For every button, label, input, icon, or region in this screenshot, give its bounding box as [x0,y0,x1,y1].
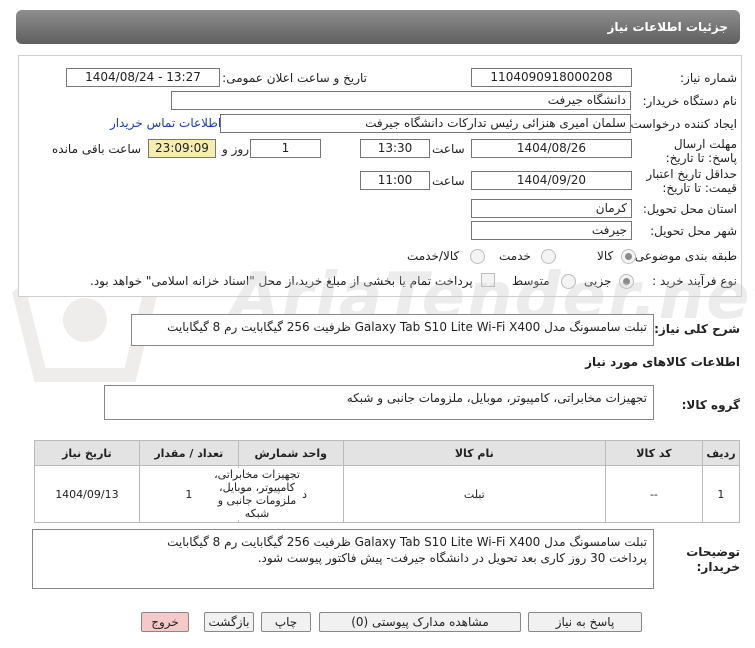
cell-row: 1 [701,465,741,523]
process-label: نوع فرآیند خرید : [652,274,737,288]
goods-group-label: گروه کالا: [681,398,740,412]
summary-field[interactable]: تبلت سامسونگ مدل Galaxy Tab S10 Lite Wi-… [131,314,654,346]
need-number-label: شماره نیاز: [680,71,737,85]
contact-buyer-link[interactable]: اطلاعات تماس خریدار [110,116,221,130]
buyer-notes-field[interactable]: تبلت سامسونگ مدل Galaxy Tab S10 Lite Wi-… [32,529,654,589]
page-title: جزئیات اطلاعات نیاز [607,20,728,34]
buyer-org-label: نام دستگاه خریدار: [642,94,738,108]
category-goods-service-label: کالا/خدمت [407,249,460,263]
validity-time-label: ساعت [432,174,465,188]
buyer-notes-line2: پرداخت 30 روز کاری بعد تحویل در دانشگاه … [257,551,647,565]
table-header-row: ردیف کد کالا نام کالا واحد شمارش تعداد /… [34,440,741,466]
col-row-header: ردیف [701,440,741,466]
category-goods-label: کالا [597,249,614,263]
creator-field[interactable]: سلمان امیری هنزائی رئیس تدارکات دانشگاه … [220,114,631,133]
process-medium-radio[interactable] [561,274,576,289]
exit-button[interactable]: خروج [141,612,189,632]
category-label: طبقه بندی موضوعی: [630,249,737,263]
category-goods-service-radio[interactable] [470,249,485,264]
reply-time-label: ساعت [432,142,465,156]
process-partial-radio[interactable] [619,274,634,289]
col-qty-header: تعداد / مقدار [138,440,239,466]
buyer-notes-line1: تبلت سامسونگ مدل Galaxy Tab S10 Lite Wi-… [167,535,647,549]
cell-name: تبلت [342,465,607,523]
reply-time-field[interactable]: 13:30 [360,139,430,158]
days-field[interactable]: 1 [250,139,321,158]
validity-time-field[interactable]: 11:00 [360,171,430,190]
col-name-header: نام کالا [342,440,607,466]
col-code-header: کد کالا [605,440,703,466]
print-button[interactable]: چاپ [261,612,311,632]
category-goods-radio[interactable] [621,249,636,264]
city-field[interactable]: جیرفت [471,221,632,240]
reply-deadline-label: مهلت ارسال پاسخ: تا تاریخ: [665,137,737,165]
treasury-checkbox[interactable] [481,273,495,287]
announce-field[interactable]: 1404/08/24 - 13:27 [66,68,220,87]
table-row[interactable]: 1 -- تبلت دستگاه 1 1404/09/13 [34,465,741,523]
category-service-radio[interactable] [541,249,556,264]
cell-group: تجهیزات مخابراتی، کامپیوتر، موبایل، ملزو… [212,468,302,520]
province-label: استان محل تحویل: [642,202,737,216]
need-number-field[interactable]: 1104090918000208 [471,68,632,87]
remaining-label: ساعت باقی مانده [52,142,142,156]
city-label: شهر محل تحویل: [650,224,737,238]
treasury-note: پرداخت تمام یا بخشی از مبلغ خرید،از محل … [90,274,473,288]
goods-info-title: اطلاعات کالاهای مورد نیاز [585,355,740,369]
summary-label: شرح کلی نیاز: [654,322,740,336]
page-header: جزئیات اطلاعات نیاز [16,10,740,44]
reply-date-field[interactable]: 1404/08/26 [471,139,632,158]
process-partial-label: جزیی [584,274,612,288]
province-field[interactable]: کرمان [471,199,632,218]
col-date-header: تاریخ نیاز [34,440,140,466]
category-service-label: خدمت [499,249,531,263]
validity-date-field[interactable]: 1404/09/20 [471,171,632,190]
col-unit-header: واحد شمارش [237,440,344,466]
validity-label: حداقل تاریخ اعتبار قیمت: تا تاریخ: [646,167,737,195]
cell-date: 1404/09/13 [34,465,140,523]
items-table: ردیف کد کالا نام کالا واحد شمارش تعداد /… [34,440,741,523]
attachments-button[interactable]: مشاهده مدارک پیوستی (0) [319,612,521,632]
buyer-notes-label: توضیحات خریدار: [686,545,740,574]
remaining-time-field: 23:09:09 [148,139,216,158]
days-and-label: روز و [222,142,249,156]
process-medium-label: متوسط [512,274,550,288]
announce-label: تاریخ و ساعت اعلان عمومی: [222,71,367,85]
creator-label: ایجاد کننده درخواست: [626,117,737,131]
reply-button[interactable]: پاسخ به نیاز [528,612,642,632]
buyer-org-field[interactable]: دانشگاه جیرفت [171,91,631,110]
back-button[interactable]: بازگشت [204,612,254,632]
cell-code: -- [605,465,703,523]
goods-group-field[interactable]: تجهیزات مخابراتی، کامپیوتر، موبایل، ملزو… [104,385,654,420]
